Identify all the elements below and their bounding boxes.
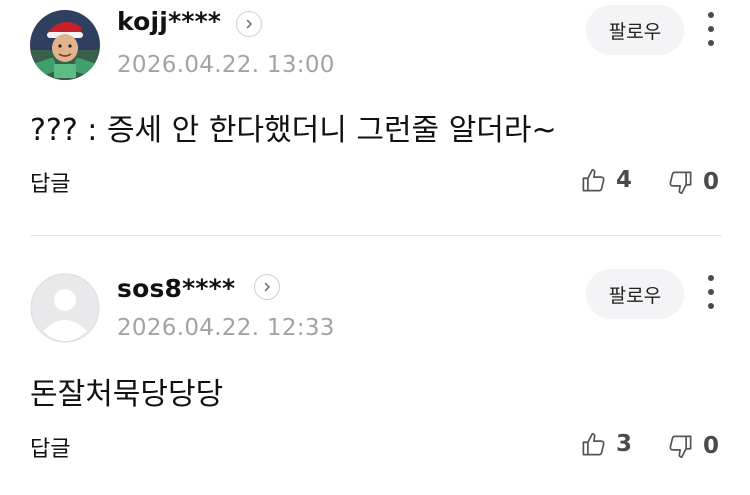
- like-button[interactable]: 4: [580, 165, 632, 195]
- follow-button[interactable]: 팔로우: [586, 5, 684, 55]
- more-options-icon[interactable]: [700, 272, 722, 312]
- comment-timestamp: 2026.04.22. 13:00: [117, 52, 335, 78]
- user-avatar-photo: [30, 10, 100, 80]
- comment-text: 돈잘처묵당당당: [30, 377, 224, 412]
- thumbs-down-icon: [669, 435, 692, 458]
- chevron-right-icon: [264, 282, 270, 292]
- more-options-icon[interactable]: [700, 9, 722, 49]
- reply-button[interactable]: 답글: [30, 166, 70, 198]
- comment-timestamp: 2026.04.22. 12:33: [117, 315, 335, 341]
- reply-button[interactable]: 답글: [30, 431, 70, 463]
- thumbs-up-icon: [582, 168, 605, 191]
- user-avatar[interactable]: [30, 273, 100, 343]
- dislike-button[interactable]: 0: [667, 431, 719, 461]
- profile-link-button[interactable]: [236, 11, 262, 37]
- comment-item: sos8**** 2026.04.22. 12:33 팔로우 돈잘처묵당당당 답…: [0, 236, 750, 495]
- username[interactable]: sos8****: [117, 274, 235, 303]
- comment-text: ??? : 증세 안 한다했더니 그런줄 알더라~: [30, 113, 557, 148]
- comment-item: kojj**** 2026.04.22. 13:00 팔로우 ??? : 증세 …: [0, 0, 750, 235]
- username[interactable]: kojj****: [117, 7, 221, 36]
- default-avatar-icon: [30, 273, 100, 343]
- dislike-count: 0: [703, 169, 720, 195]
- thumbs-up-icon: [582, 432, 605, 455]
- like-count: 3: [616, 431, 633, 457]
- thumbs-down-icon: [669, 171, 692, 194]
- dislike-count: 0: [703, 433, 720, 459]
- like-count: 4: [616, 167, 633, 193]
- profile-link-button[interactable]: [254, 274, 280, 300]
- user-avatar[interactable]: [30, 10, 100, 80]
- chevron-right-icon: [246, 19, 252, 29]
- follow-button[interactable]: 팔로우: [586, 269, 684, 319]
- like-button[interactable]: 3: [580, 429, 632, 459]
- dislike-button[interactable]: 0: [667, 167, 719, 197]
